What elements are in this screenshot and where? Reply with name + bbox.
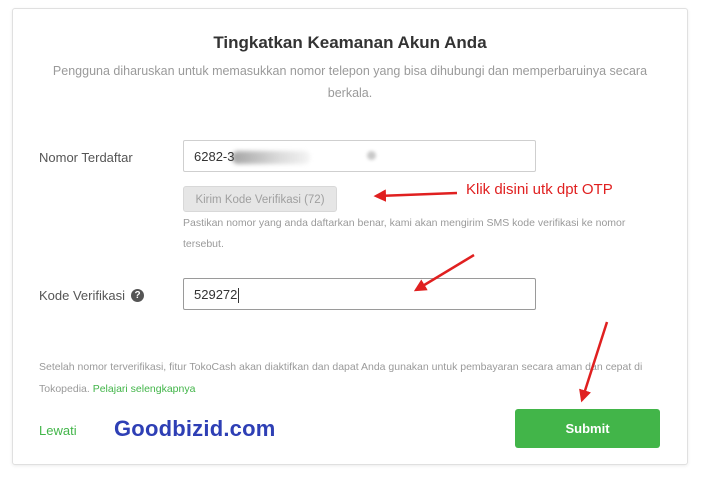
tokocash-footnote: Setelah nomor terverifikasi, fitur TokoC… — [39, 356, 659, 400]
question-circle-icon[interactable]: ? — [131, 289, 144, 302]
send-verification-code-button[interactable]: Kirim Kode Verifikasi (72) — [183, 186, 337, 212]
page-subtitle: Pengguna diharuskan untuk memasukkan nom… — [52, 64, 648, 100]
verification-code-label: Kode Verifikasi ? — [39, 288, 144, 303]
learn-more-link[interactable]: Pelajari selengkapnya — [93, 383, 196, 395]
phone-hint: Pastikan nomor yang anda daftarkan benar… — [183, 217, 626, 250]
annotation-text: Klik disini utk dpt OTP — [466, 181, 613, 198]
verification-code-value: 529272 — [194, 287, 238, 302]
verification-code-label-text: Kode Verifikasi — [39, 288, 125, 303]
skip-link[interactable]: Lewati — [39, 423, 77, 438]
redacted-blur — [232, 151, 311, 165]
security-card: Tingkatkan Keamanan Akun Anda Pengguna d… — [12, 8, 688, 465]
phone-label: Nomor Terdaftar — [39, 150, 133, 165]
watermark-text: Goodbizid.com — [114, 416, 276, 441]
redacted-blur-dot — [367, 151, 376, 160]
submit-button[interactable]: Submit — [515, 409, 660, 448]
phone-input[interactable]: 6282-3 — [183, 140, 536, 172]
text-caret — [238, 288, 240, 304]
verification-code-input[interactable]: 529272 — [183, 278, 536, 310]
phone-value: 6282-3 — [194, 149, 235, 164]
page-title: Tingkatkan Keamanan Akun Anda — [213, 33, 487, 52]
